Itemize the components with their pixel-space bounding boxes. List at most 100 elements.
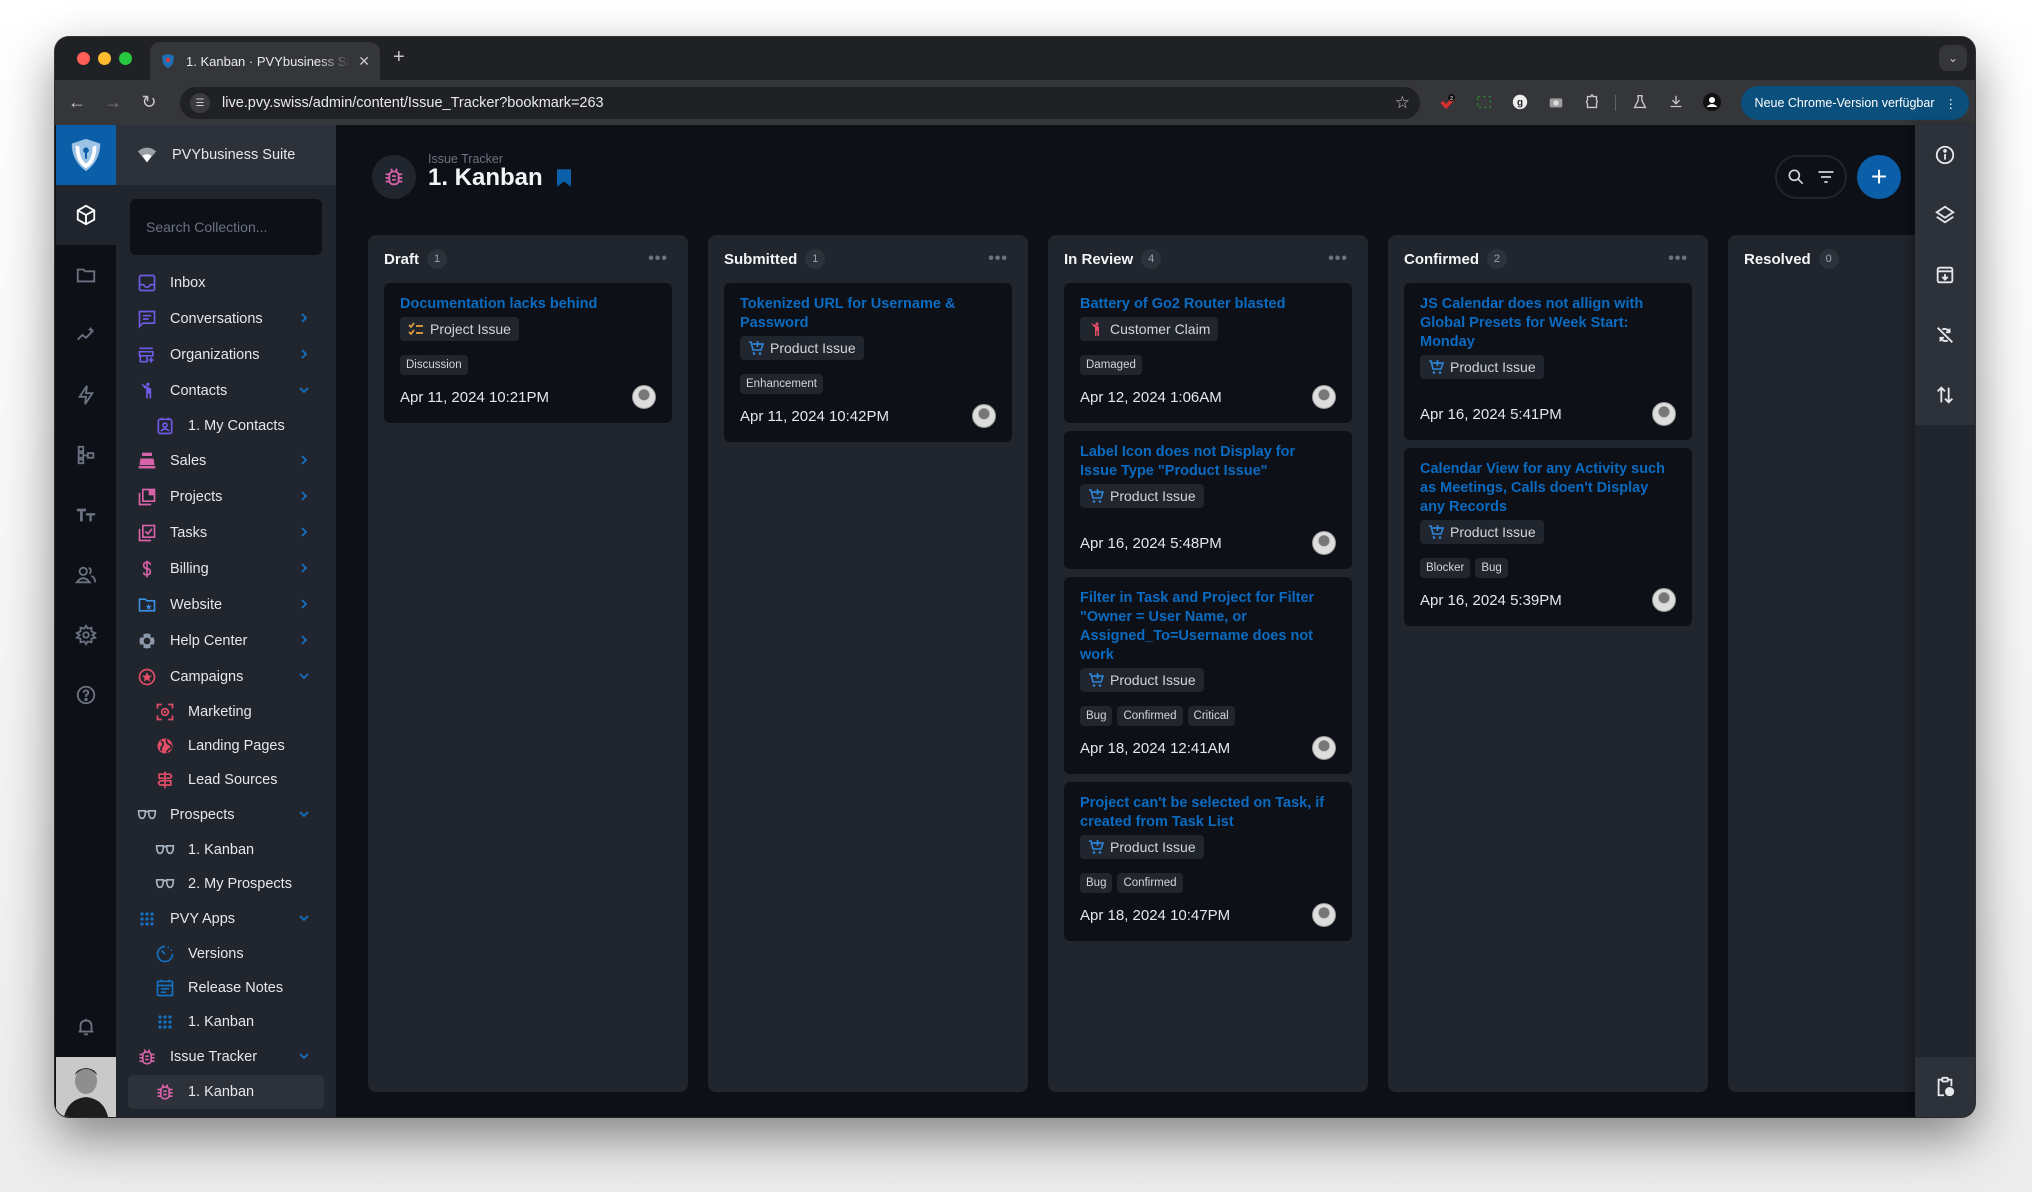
minimize-window-button[interactable] xyxy=(98,52,111,65)
maximize-window-button[interactable] xyxy=(119,52,132,65)
kanban-card[interactable]: Tokenized URL for Username & Password Pr… xyxy=(724,283,1012,442)
chevron-right-icon[interactable] xyxy=(298,561,310,577)
close-window-button[interactable] xyxy=(77,52,90,65)
rail-data-model-icon[interactable] xyxy=(56,425,116,485)
sidebar-item-tasks[interactable]: Tasks xyxy=(116,515,336,551)
rail-users-icon[interactable] xyxy=(56,545,116,605)
info-icon[interactable] xyxy=(1915,125,1975,185)
column-more-menu-icon[interactable]: ••• xyxy=(988,250,1008,268)
assignee-avatar[interactable] xyxy=(632,385,656,409)
sidebar-item-projects[interactable]: Projects xyxy=(116,479,336,515)
app-logo[interactable] xyxy=(56,125,116,185)
sidebar-item-prospects[interactable]: Prospects xyxy=(116,797,336,833)
kanban-card[interactable]: JS Calendar does not allign with Global … xyxy=(1404,283,1692,440)
url-text[interactable]: live.pvy.swiss/admin/content/Issue_Track… xyxy=(222,95,1395,111)
create-item-button[interactable]: + xyxy=(1857,155,1901,199)
rail-files-icon[interactable] xyxy=(56,245,116,305)
filter-icon[interactable] xyxy=(1816,167,1836,187)
layers-icon[interactable] xyxy=(1915,185,1975,245)
search-collection-input[interactable]: Search Collection... xyxy=(130,199,322,255)
sidebar-item-1-kanban[interactable]: 1. Kanban xyxy=(128,1075,324,1109)
chevron-down-icon[interactable] xyxy=(298,911,310,927)
sidebar-item-sales[interactable]: Sales xyxy=(116,443,336,479)
card-title[interactable]: Calendar View for any Activity such as M… xyxy=(1420,460,1676,517)
kebab-menu-icon[interactable]: ⋮ xyxy=(1945,96,1958,111)
search-icon[interactable] xyxy=(1786,167,1806,187)
chevron-right-icon[interactable] xyxy=(298,489,310,505)
sidebar-item-versions[interactable]: Versions xyxy=(116,937,336,971)
back-button[interactable]: ← xyxy=(63,89,91,117)
sidebar-item-issue-tracker[interactable]: Issue Tracker xyxy=(116,1039,336,1075)
chevron-right-icon[interactable] xyxy=(298,633,310,649)
sidebar-item-1-my-contacts[interactable]: 1. My Contacts xyxy=(116,409,336,443)
extension-camera-icon[interactable] xyxy=(1545,91,1567,113)
chevron-right-icon[interactable] xyxy=(298,453,310,469)
rail-settings-icon[interactable] xyxy=(56,605,116,665)
bookmark-icon[interactable] xyxy=(556,169,571,187)
sidebar-item-organizations[interactable]: Organizations xyxy=(116,337,336,373)
chevron-down-icon[interactable] xyxy=(298,807,310,823)
rail-help-icon[interactable] xyxy=(56,665,116,725)
kanban-card[interactable]: Battery of Go2 Router blasted Customer C… xyxy=(1064,283,1352,423)
site-settings-icon[interactable]: ☰ xyxy=(190,93,210,113)
sidebar-item-landing-pages[interactable]: Landing Pages xyxy=(116,729,336,763)
kanban-card[interactable]: Calendar View for any Activity such as M… xyxy=(1404,448,1692,626)
chrome-update-button[interactable]: Neue Chrome-Version verfügbar ⋮ xyxy=(1740,86,1969,120)
chevron-right-icon[interactable] xyxy=(298,597,310,613)
address-bar[interactable]: ☰ live.pvy.swiss/admin/content/Issue_Tra… xyxy=(180,87,1420,119)
assignee-avatar[interactable] xyxy=(1312,385,1336,409)
assignee-avatar[interactable] xyxy=(972,404,996,428)
sidebar-item-lead-sources[interactable]: Lead Sources xyxy=(116,763,336,797)
chevron-down-icon[interactable] xyxy=(298,383,310,399)
chevron-right-icon[interactable] xyxy=(298,525,310,541)
new-tab-button[interactable]: + xyxy=(393,46,405,69)
assignee-avatar[interactable] xyxy=(1652,588,1676,612)
rail-flows-icon[interactable] xyxy=(56,365,116,425)
kanban-card[interactable]: Filter in Task and Project for Filter "O… xyxy=(1064,577,1352,774)
extensions-puzzle-icon[interactable] xyxy=(1581,91,1603,113)
sync-disabled-icon[interactable] xyxy=(1915,305,1975,365)
profile-icon[interactable] xyxy=(1701,91,1723,113)
bookmark-star-icon[interactable]: ☆ xyxy=(1395,93,1410,113)
chevron-right-icon[interactable] xyxy=(298,311,310,327)
sidebar-item-conversations[interactable]: Conversations xyxy=(116,301,336,337)
labs-flask-icon[interactable] xyxy=(1629,91,1651,113)
clipboard-clock-icon[interactable] xyxy=(1915,1057,1975,1117)
card-title[interactable]: Project can't be selected on Task, if cr… xyxy=(1080,794,1336,832)
card-title[interactable]: Label Icon does not Display for Issue Ty… xyxy=(1080,443,1336,481)
extension-todo-icon[interactable]: 2 xyxy=(1437,91,1459,113)
column-more-menu-icon[interactable]: ••• xyxy=(1328,250,1348,268)
card-title[interactable]: Filter in Task and Project for Filter "O… xyxy=(1080,589,1336,665)
extension-grammarly-icon[interactable]: g xyxy=(1509,91,1531,113)
kanban-card[interactable]: Documentation lacks behind Project Issue… xyxy=(384,283,672,423)
rail-translations-icon[interactable] xyxy=(56,485,116,545)
sidebar-item-1-kanban[interactable]: 1. Kanban xyxy=(116,833,336,867)
kanban-card[interactable]: Project can't be selected on Task, if cr… xyxy=(1064,782,1352,941)
card-title[interactable]: Documentation lacks behind xyxy=(400,295,656,314)
downloads-icon[interactable] xyxy=(1665,91,1687,113)
chevron-down-icon[interactable] xyxy=(298,1049,310,1065)
chevron-right-icon[interactable] xyxy=(298,347,310,363)
project-header[interactable]: PVYbusiness Suite xyxy=(116,125,336,185)
assignee-avatar[interactable] xyxy=(1312,903,1336,927)
forward-button[interactable]: → xyxy=(99,89,127,117)
sidebar-item-campaigns[interactable]: Campaigns xyxy=(116,659,336,695)
reload-button[interactable]: ↻ xyxy=(135,89,163,117)
assignee-avatar[interactable] xyxy=(1312,736,1336,760)
sidebar-item-marketing[interactable]: Marketing xyxy=(116,695,336,729)
rail-insights-icon[interactable] xyxy=(56,305,116,365)
assignee-avatar[interactable] xyxy=(1652,402,1676,426)
assignee-avatar[interactable] xyxy=(1312,531,1336,555)
sidebar-item-release-notes[interactable]: Release Notes xyxy=(116,971,336,1005)
sort-arrows-icon[interactable] xyxy=(1915,365,1975,425)
sidebar-item-pvy-apps[interactable]: PVY Apps xyxy=(116,901,336,937)
sidebar-item-inbox[interactable]: Inbox xyxy=(116,265,336,301)
card-title[interactable]: Battery of Go2 Router blasted xyxy=(1080,295,1336,314)
card-title[interactable]: Tokenized URL for Username & Password xyxy=(740,295,996,333)
sidebar-item-1-kanban[interactable]: 1. Kanban xyxy=(116,1005,336,1039)
search-filter-button[interactable] xyxy=(1775,155,1847,199)
rail-content-icon[interactable] xyxy=(56,185,116,245)
sidebar-item-billing[interactable]: Billing xyxy=(116,551,336,587)
extension-screenshot-icon[interactable] xyxy=(1473,91,1495,113)
chevron-down-icon[interactable] xyxy=(298,669,310,685)
